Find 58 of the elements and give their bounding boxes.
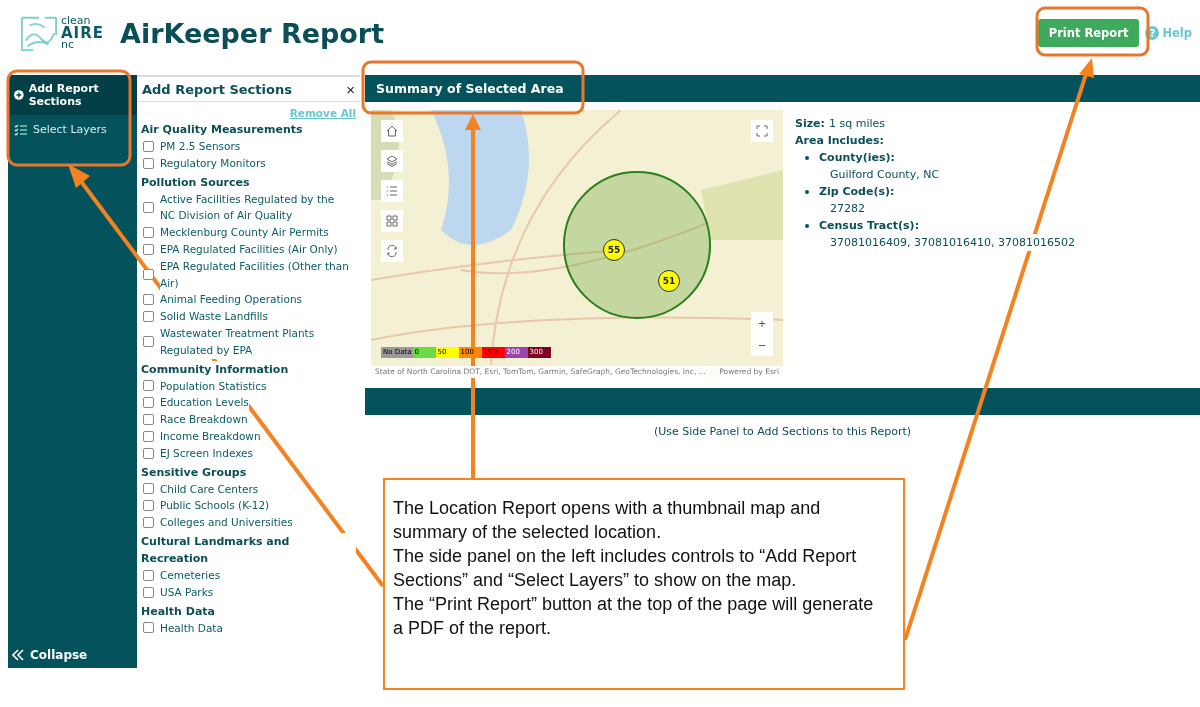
size-label: Size: bbox=[795, 116, 825, 132]
checkbox-label[interactable]: Solid Waste Landfills bbox=[160, 308, 268, 325]
bullet-icon bbox=[805, 156, 809, 160]
grid-icon[interactable] bbox=[381, 210, 403, 232]
checkbox[interactable] bbox=[143, 157, 154, 169]
checkbox[interactable] bbox=[143, 500, 154, 512]
checkbox[interactable] bbox=[143, 397, 154, 409]
checkbox[interactable] bbox=[143, 430, 154, 442]
callout-text: The side panel on the left includes controls to “Add Report Sections” and “Select Layers” to show on the map. bbox=[393, 545, 858, 592]
checkbox[interactable] bbox=[143, 311, 154, 323]
checkbox[interactable] bbox=[143, 336, 154, 348]
callout-text: The “Print Report” button at the top of the page will generate a PDF of the report. bbox=[393, 593, 875, 640]
checkbox[interactable] bbox=[143, 269, 154, 281]
area-label: Zip Code(s): bbox=[819, 184, 895, 200]
logo-text: AIRE bbox=[61, 27, 104, 39]
checkbox[interactable] bbox=[143, 517, 154, 529]
checklist-icon bbox=[14, 123, 28, 136]
area-label: Census Tract(s): bbox=[819, 218, 921, 234]
list-icon[interactable] bbox=[381, 180, 403, 202]
checkbox[interactable] bbox=[143, 483, 154, 495]
checkbox[interactable] bbox=[143, 414, 154, 426]
checkbox-label[interactable]: Education Levels bbox=[160, 394, 249, 412]
checkbox[interactable] bbox=[143, 227, 154, 239]
logo-text: clean bbox=[61, 15, 91, 27]
size-value: 1 sq miles bbox=[828, 116, 885, 132]
hint-text: (Use Side Panel to Add Sections to this Report) bbox=[652, 425, 913, 438]
checkbox[interactable] bbox=[143, 201, 154, 213]
sensor-marker[interactable]: 51 bbox=[658, 270, 680, 292]
sidebar-item[interactable]: Add Report Sections bbox=[8, 75, 137, 115]
checkbox[interactable] bbox=[143, 586, 154, 598]
section-title: Summary of Selected Area bbox=[376, 81, 564, 96]
callout-text: The Location Report opens with a thumbnail map and summary of the selected location. bbox=[393, 497, 822, 544]
group-heading: Community Information bbox=[141, 360, 289, 378]
home-icon[interactable] bbox=[381, 120, 403, 142]
page-title: AirKeeper Report bbox=[120, 17, 385, 49]
checkbox[interactable] bbox=[143, 380, 154, 392]
close-button[interactable]: × bbox=[346, 80, 355, 98]
plus-circle-icon bbox=[14, 89, 24, 101]
checkbox[interactable] bbox=[143, 243, 154, 255]
double-chevron-icon bbox=[12, 649, 24, 661]
checkbox[interactable] bbox=[143, 569, 154, 581]
fullscreen-icon[interactable] bbox=[751, 120, 773, 142]
panel-title: Add Report Sections bbox=[142, 81, 292, 97]
bullet-icon bbox=[805, 190, 809, 194]
area-label: County(ies): bbox=[819, 150, 896, 166]
sidebar-item[interactable]: Select Layers bbox=[8, 115, 137, 144]
checkbox[interactable] bbox=[143, 140, 154, 152]
layers-icon[interactable] bbox=[381, 150, 403, 172]
sensor-marker[interactable]: 55 bbox=[603, 239, 625, 261]
checkbox[interactable] bbox=[143, 294, 154, 306]
checkbox[interactable] bbox=[143, 622, 154, 634]
bullet-icon bbox=[805, 224, 809, 228]
area-heading: Area Includes: bbox=[795, 133, 885, 149]
checkbox-label[interactable]: Animal Feeding Operations bbox=[160, 291, 303, 309]
refresh-icon[interactable] bbox=[381, 240, 403, 262]
logo-text: nc bbox=[61, 39, 76, 51]
collapse-button[interactable]: Collapse bbox=[8, 642, 137, 668]
checkbox[interactable] bbox=[143, 447, 154, 459]
